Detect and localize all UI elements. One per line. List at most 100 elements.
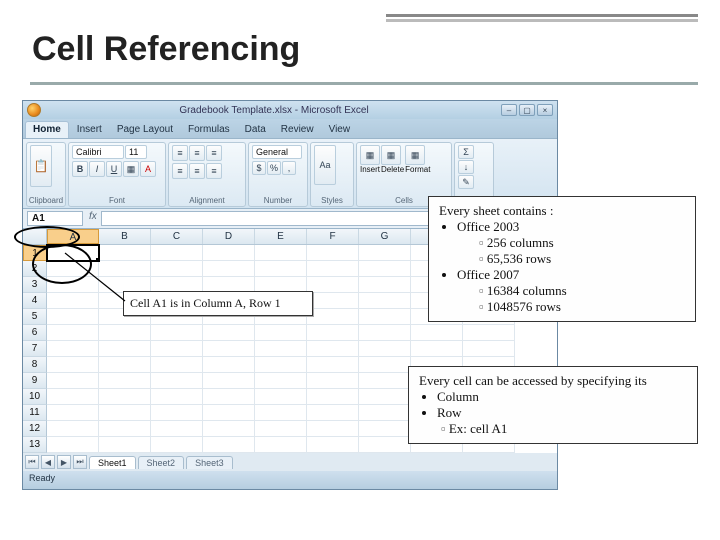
cell[interactable] [255, 245, 307, 261]
row-header[interactable]: 8 [23, 357, 47, 373]
align-top-button[interactable]: ≡ [172, 145, 188, 161]
ribbon-tab-insert[interactable]: Insert [70, 122, 109, 138]
row-header[interactable]: 12 [23, 421, 47, 437]
cell[interactable] [203, 245, 255, 261]
row-header[interactable]: 13 [23, 437, 47, 453]
cell[interactable] [307, 341, 359, 357]
minimize-button[interactable]: – [501, 104, 517, 116]
maximize-button[interactable]: ▢ [519, 104, 535, 116]
cell[interactable] [203, 373, 255, 389]
cell[interactable] [203, 261, 255, 277]
cell[interactable] [307, 277, 359, 293]
cell[interactable] [151, 373, 203, 389]
cell[interactable] [359, 245, 411, 261]
row-header[interactable]: 11 [23, 405, 47, 421]
sheet-nav-prev[interactable]: ◀ [41, 455, 55, 469]
cell[interactable] [255, 373, 307, 389]
cell[interactable] [99, 325, 151, 341]
cell[interactable] [463, 341, 515, 357]
cell[interactable] [203, 325, 255, 341]
sheet-tab[interactable]: Sheet1 [89, 456, 136, 469]
cell[interactable] [307, 437, 359, 453]
cell[interactable] [359, 261, 411, 277]
cell[interactable] [359, 437, 411, 453]
border-button[interactable]: ▦ [123, 161, 139, 177]
align-middle-button[interactable]: ≡ [189, 145, 205, 161]
cell[interactable] [411, 325, 463, 341]
underline-button[interactable]: U [106, 161, 122, 177]
cell[interactable] [47, 437, 99, 453]
cell[interactable] [255, 389, 307, 405]
cell[interactable] [47, 421, 99, 437]
cell[interactable] [151, 357, 203, 373]
cell[interactable] [203, 357, 255, 373]
cell[interactable] [255, 421, 307, 437]
fill-button[interactable]: ↓ [458, 160, 474, 174]
cell[interactable] [151, 261, 203, 277]
col-header-f[interactable]: F [307, 229, 359, 244]
fx-icon[interactable]: fx [85, 209, 101, 228]
cell[interactable] [307, 309, 359, 325]
cell[interactable] [99, 405, 151, 421]
cell[interactable] [255, 341, 307, 357]
cell[interactable] [359, 421, 411, 437]
cell[interactable] [255, 357, 307, 373]
cell[interactable] [359, 325, 411, 341]
cell[interactable] [307, 373, 359, 389]
cell[interactable] [151, 405, 203, 421]
cell[interactable] [307, 405, 359, 421]
align-bottom-button[interactable]: ≡ [206, 145, 222, 161]
align-right-button[interactable]: ≡ [206, 163, 222, 179]
cell[interactable] [307, 261, 359, 277]
ribbon-tab-formulas[interactable]: Formulas [181, 122, 237, 138]
cell[interactable] [411, 341, 463, 357]
align-left-button[interactable]: ≡ [172, 163, 188, 179]
styles-button[interactable]: Aa [314, 145, 336, 185]
ribbon-tab-view[interactable]: View [322, 122, 358, 138]
col-header-d[interactable]: D [203, 229, 255, 244]
sheet-nav-next[interactable]: ▶ [57, 455, 71, 469]
col-header-c[interactable]: C [151, 229, 203, 244]
sheet-tab[interactable]: Sheet2 [138, 456, 185, 469]
row-header[interactable]: 9 [23, 373, 47, 389]
cell[interactable] [47, 341, 99, 357]
cell[interactable] [151, 421, 203, 437]
cell[interactable] [359, 405, 411, 421]
col-header-g[interactable]: G [359, 229, 411, 244]
cell[interactable] [99, 357, 151, 373]
format-cells-button[interactable]: ▦ [405, 145, 425, 165]
cell[interactable] [255, 437, 307, 453]
cell[interactable] [47, 357, 99, 373]
cell[interactable] [151, 245, 203, 261]
cell[interactable] [307, 357, 359, 373]
cell[interactable] [203, 437, 255, 453]
italic-button[interactable]: I [89, 161, 105, 177]
cell[interactable] [359, 373, 411, 389]
clear-button[interactable]: ✎ [458, 175, 474, 189]
cell[interactable] [203, 405, 255, 421]
cell[interactable] [307, 293, 359, 309]
cell[interactable] [359, 277, 411, 293]
ribbon-tab-home[interactable]: Home [25, 121, 69, 138]
cell[interactable] [47, 389, 99, 405]
cell[interactable] [203, 389, 255, 405]
comma-button[interactable]: , [282, 161, 296, 175]
cell[interactable] [359, 309, 411, 325]
bold-button[interactable]: B [72, 161, 88, 177]
cell[interactable] [359, 341, 411, 357]
font-color-button[interactable]: A [140, 161, 156, 177]
cell[interactable] [47, 309, 99, 325]
cell[interactable] [151, 341, 203, 357]
number-format-selector[interactable]: General [252, 145, 302, 159]
font-size-selector[interactable]: 11 [125, 145, 147, 159]
cell[interactable] [255, 325, 307, 341]
cell[interactable] [359, 389, 411, 405]
cell[interactable] [151, 389, 203, 405]
cell[interactable] [307, 245, 359, 261]
font-name-selector[interactable]: Calibri [72, 145, 124, 159]
cell[interactable] [463, 325, 515, 341]
cell[interactable] [359, 357, 411, 373]
sheet-tab[interactable]: Sheet3 [186, 456, 233, 469]
col-header-e[interactable]: E [255, 229, 307, 244]
cell[interactable] [359, 293, 411, 309]
